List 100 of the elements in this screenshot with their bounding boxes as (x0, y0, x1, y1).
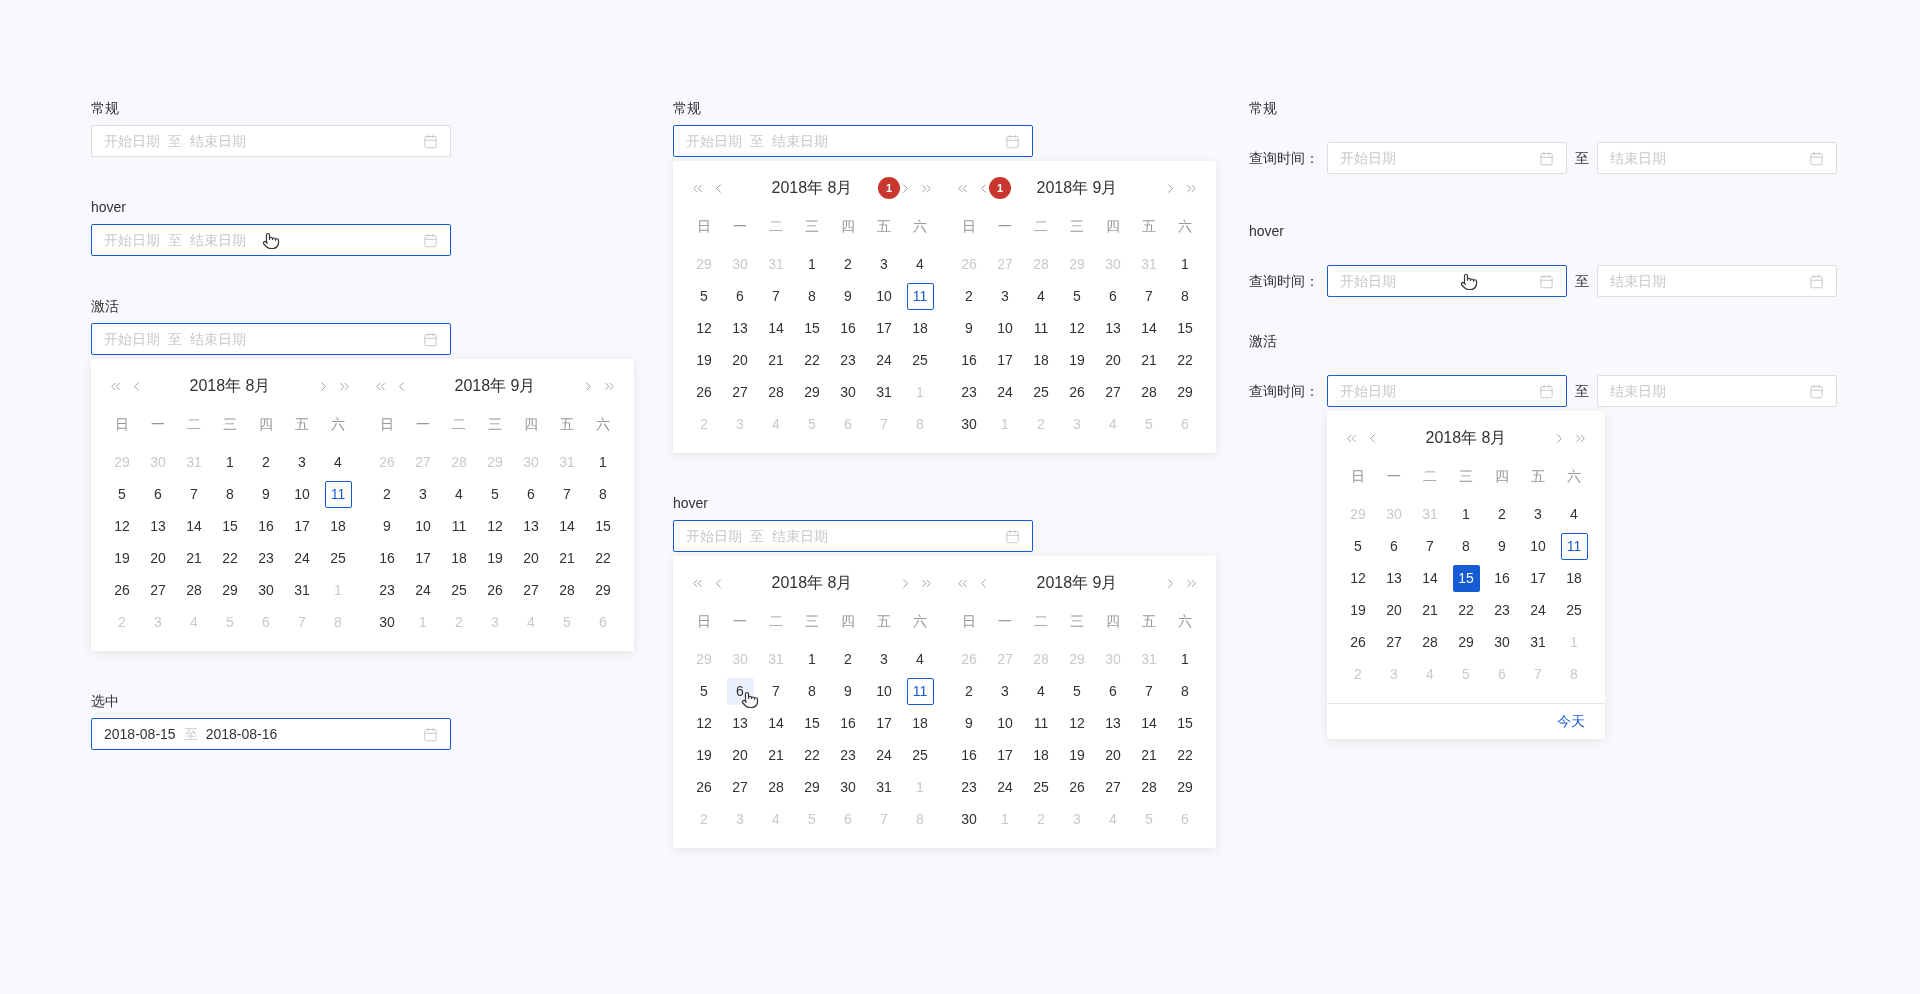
calendar-day[interactable]: 5 (690, 677, 718, 705)
calendar-day[interactable]: 27 (1099, 378, 1127, 406)
calendar-day[interactable]: 6 (1380, 532, 1408, 560)
calendar-day[interactable]: 26 (481, 576, 509, 604)
calendar-day[interactable]: 30 (834, 378, 862, 406)
calendar-day[interactable]: 26 (690, 773, 718, 801)
calendar-day[interactable]: 26 (1063, 378, 1091, 406)
calendar-day[interactable]: 16 (834, 709, 862, 737)
calendar-day[interactable]: 24 (1524, 596, 1552, 624)
calendar-day[interactable]: 10 (991, 709, 1019, 737)
calendar-day[interactable]: 11 (906, 677, 934, 705)
calendar-day[interactable]: 3 (991, 282, 1019, 310)
calendar-day[interactable]: 19 (1063, 741, 1091, 769)
calendar-day[interactable]: 14 (762, 709, 790, 737)
calendar-day[interactable]: 14 (180, 512, 208, 540)
calendar-day[interactable]: 30 (834, 773, 862, 801)
calendar-day[interactable]: 26 (1344, 628, 1372, 656)
calendar-day[interactable]: 9 (955, 709, 983, 737)
calendar-day[interactable]: 14 (1135, 709, 1163, 737)
calendar-day[interactable]: 11 (1560, 532, 1588, 560)
calendar-day[interactable]: 19 (690, 741, 718, 769)
calendar-day[interactable]: 17 (409, 544, 437, 572)
calendar-day[interactable]: 11 (1027, 709, 1055, 737)
today-link[interactable]: 今天 (1557, 711, 1585, 732)
calendar-day[interactable]: 7 (180, 480, 208, 508)
calendar-day[interactable]: 20 (726, 741, 754, 769)
calendar-day[interactable]: 18 (906, 314, 934, 342)
calendar-day[interactable]: 2 (955, 282, 983, 310)
calendar-day[interactable]: 20 (1099, 346, 1127, 374)
calendar-day[interactable]: 17 (991, 741, 1019, 769)
calendar-day[interactable]: 28 (180, 576, 208, 604)
calendar-day[interactable]: 17 (1524, 564, 1552, 592)
calendar-day[interactable]: 10 (870, 677, 898, 705)
calendar-day[interactable]: 22 (798, 741, 826, 769)
calendar-day[interactable]: 23 (373, 576, 401, 604)
calendar-day[interactable]: 9 (1488, 532, 1516, 560)
calendar-day[interactable]: 21 (762, 346, 790, 374)
calendar-day[interactable]: 23 (955, 773, 983, 801)
calendar-day[interactable]: 11 (445, 512, 473, 540)
calendar-day[interactable]: 20 (1380, 596, 1408, 624)
calendar-day[interactable]: 6 (517, 480, 545, 508)
calendar-day[interactable]: 16 (955, 346, 983, 374)
calendar-day[interactable]: 9 (252, 480, 280, 508)
calendar-day[interactable]: 8 (798, 677, 826, 705)
calendar-day[interactable]: 15 (1171, 709, 1199, 737)
calendar-day[interactable]: 14 (1416, 564, 1444, 592)
calendar-day[interactable]: 25 (906, 741, 934, 769)
calendar-day[interactable]: 22 (1452, 596, 1480, 624)
calendar-day[interactable]: 18 (1027, 741, 1055, 769)
calendar-day[interactable]: 4 (324, 448, 352, 476)
calendar-day[interactable]: 18 (906, 709, 934, 737)
calendar-day[interactable]: 27 (726, 773, 754, 801)
calendar-day[interactable]: 13 (144, 512, 172, 540)
calendar-day[interactable]: 10 (991, 314, 1019, 342)
calendar-day[interactable]: 8 (1171, 677, 1199, 705)
calendar-day[interactable]: 21 (180, 544, 208, 572)
calendar-day[interactable]: 21 (1135, 346, 1163, 374)
calendar-day[interactable]: 17 (991, 346, 1019, 374)
calendar-day[interactable]: 7 (1416, 532, 1444, 560)
calendar-day[interactable]: 8 (798, 282, 826, 310)
calendar-day[interactable]: 16 (834, 314, 862, 342)
calendar-day[interactable]: 19 (108, 544, 136, 572)
calendar-day[interactable]: 6 (726, 282, 754, 310)
calendar-day[interactable]: 18 (445, 544, 473, 572)
calendar-day[interactable]: 24 (870, 346, 898, 374)
calendar-day[interactable]: 3 (1524, 500, 1552, 528)
calendar-day[interactable]: 25 (445, 576, 473, 604)
calendar-day[interactable]: 13 (1380, 564, 1408, 592)
calendar-day[interactable]: 12 (1063, 709, 1091, 737)
calendar-day[interactable]: 14 (762, 314, 790, 342)
calendar-day[interactable]: 29 (216, 576, 244, 604)
calendar-day[interactable]: 4 (1027, 677, 1055, 705)
calendar-day[interactable]: 27 (144, 576, 172, 604)
calendar-day[interactable]: 28 (1135, 378, 1163, 406)
calendar-day[interactable]: 27 (1380, 628, 1408, 656)
calendar-day[interactable]: 14 (553, 512, 581, 540)
calendar-day[interactable]: 30 (955, 805, 983, 833)
calendar-day[interactable]: 19 (1344, 596, 1372, 624)
calendar-day[interactable]: 2 (834, 645, 862, 673)
calendar-day[interactable]: 15 (1171, 314, 1199, 342)
calendar-day[interactable]: 26 (690, 378, 718, 406)
calendar-day[interactable]: 22 (589, 544, 617, 572)
calendar-day[interactable]: 22 (1171, 346, 1199, 374)
calendar-day[interactable]: 10 (409, 512, 437, 540)
calendar-day[interactable]: 11 (906, 282, 934, 310)
calendar-day[interactable]: 4 (906, 645, 934, 673)
calendar-day[interactable]: 25 (1027, 773, 1055, 801)
calendar-day[interactable]: 7 (762, 677, 790, 705)
calendar-day[interactable]: 3 (991, 677, 1019, 705)
calendar-day[interactable]: 8 (589, 480, 617, 508)
calendar-day[interactable]: 4 (445, 480, 473, 508)
calendar-day[interactable]: 1 (216, 448, 244, 476)
calendar-day[interactable]: 23 (834, 741, 862, 769)
calendar-day[interactable]: 7 (1135, 282, 1163, 310)
calendar-day[interactable]: 29 (1452, 628, 1480, 656)
calendar-day[interactable]: 23 (1488, 596, 1516, 624)
calendar-day[interactable]: 28 (553, 576, 581, 604)
calendar-day[interactable]: 7 (553, 480, 581, 508)
calendar-day[interactable]: 16 (1488, 564, 1516, 592)
calendar-day[interactable]: 28 (762, 378, 790, 406)
